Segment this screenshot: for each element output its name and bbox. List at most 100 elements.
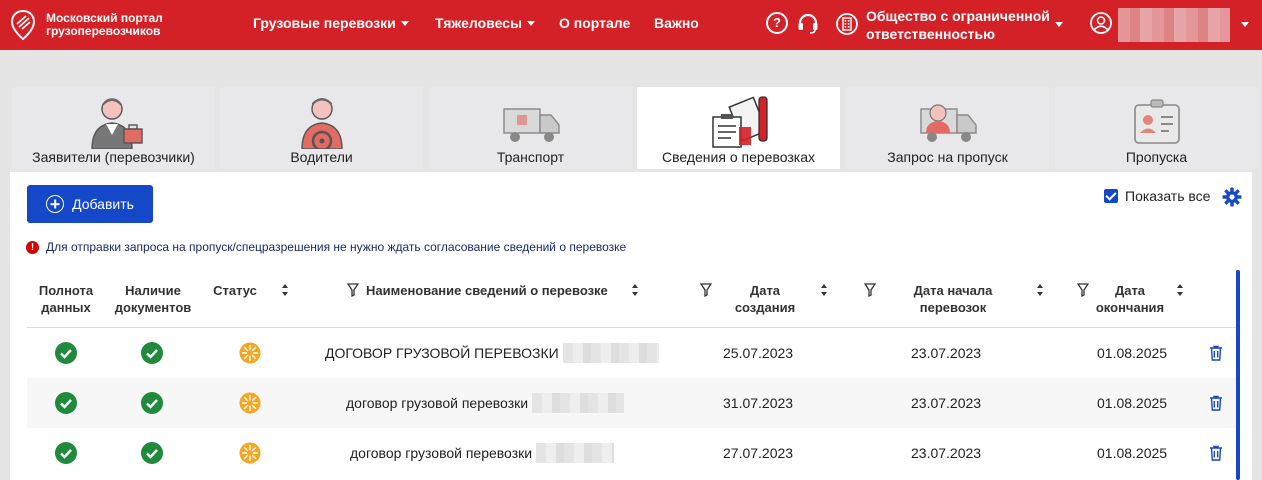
pending-status-icon (239, 392, 261, 414)
table-row[interactable]: договор грузовой перевозки 27.07.2023 23… (27, 428, 1237, 478)
tab-passes[interactable]: Пропуска (1055, 87, 1258, 169)
completeness-cell (55, 328, 77, 378)
tab-label: Заявители (перевозчики) (32, 149, 195, 165)
documents-cell (141, 378, 163, 428)
table-row[interactable]: ДОГОВОР ГРУЗОВОЙ ПЕРЕВОЗКИ 25.07.2023 23… (27, 328, 1237, 378)
delete-cell (1209, 428, 1223, 478)
content-panel: Добавить Показать все ! Для отправки зап… (10, 172, 1252, 480)
building-icon (836, 13, 858, 35)
tab-label: Водители (290, 149, 353, 165)
add-button[interactable]: Добавить (27, 185, 153, 223)
show-all-toggle[interactable]: Показать все (1104, 188, 1210, 204)
trash-icon[interactable] (1209, 345, 1223, 361)
notice-text: Для отправки запроса на пропуск/спецразр… (46, 240, 627, 254)
tab-label: Транспорт (496, 149, 565, 165)
sort-icon[interactable] (1036, 283, 1044, 297)
show-all-label: Показать все (1125, 188, 1211, 204)
end-cell: 01.08.2025 (1097, 445, 1168, 461)
nav-label: Грузовые перевозки (253, 15, 396, 31)
col-end[interactable]: Дата окончания (1091, 282, 1169, 316)
truck-icon (502, 108, 560, 142)
col-start[interactable]: Дата начала перевозок (893, 282, 1013, 316)
name-cell[interactable]: договор грузовой перевозки (346, 378, 625, 428)
completeness-cell (55, 378, 77, 428)
created-cell: 31.07.2023 (723, 395, 794, 411)
organization-selector[interactable]: Общество с ограниченной ответственностью (866, 7, 1056, 43)
tab-label: Сведения о перевозках (661, 149, 815, 165)
nav-label: Тяжеловесы (435, 15, 522, 31)
plus-circle-icon (46, 195, 65, 213)
filter-icon[interactable] (1077, 283, 1089, 297)
chevron-down-icon[interactable] (1055, 22, 1063, 27)
gear-icon[interactable] (1222, 187, 1242, 207)
vertical-scrollbar[interactable] (1236, 270, 1240, 480)
tab-applicants[interactable]: Заявители (перевозчики) (12, 87, 215, 169)
nav-about-portal[interactable]: О портале (559, 15, 630, 31)
filter-icon[interactable] (864, 283, 876, 297)
pass-request-icon (919, 104, 977, 142)
pending-status-icon (239, 342, 261, 364)
applicant-icon (90, 98, 143, 149)
nav-label: О портале (559, 15, 631, 31)
sort-icon[interactable] (1176, 283, 1184, 297)
help-icon[interactable]: ? (766, 12, 788, 34)
chevron-down-icon (400, 20, 409, 26)
created-cell: 25.07.2023 (723, 345, 794, 361)
start-cell: 23.07.2023 (911, 395, 982, 411)
check-circle-icon (55, 442, 77, 464)
portal-logo[interactable]: Московский портал грузоперевозчиков (10, 9, 176, 41)
sort-icon[interactable] (281, 283, 289, 297)
logo-icon (10, 9, 36, 41)
end-cell: 01.08.2025 (1097, 395, 1168, 411)
redacted-number (536, 443, 615, 463)
user-name-redacted (1118, 8, 1230, 42)
check-circle-icon (55, 342, 77, 364)
col-status[interactable]: Статус (210, 282, 260, 299)
chevron-down-icon (526, 20, 535, 26)
tab-drivers[interactable]: Водители (220, 87, 423, 169)
check-circle-icon (141, 342, 163, 364)
delete-cell (1209, 378, 1223, 428)
nav-cargo-transport[interactable]: Грузовые перевозки (253, 15, 409, 31)
start-cell: 23.07.2023 (911, 345, 982, 361)
nav-label: Важно (654, 15, 699, 31)
top-header: Московский портал грузоперевозчиков Груз… (0, 0, 1262, 50)
pending-status-icon (239, 442, 261, 464)
documents-icon (711, 96, 768, 148)
col-created[interactable]: Дата создания (719, 282, 811, 316)
sort-icon[interactable] (631, 283, 639, 297)
alert-icon: ! (26, 240, 39, 254)
tab-transport[interactable]: Транспорт (429, 87, 632, 169)
sort-icon[interactable] (820, 283, 828, 297)
end-cell: 01.08.2025 (1097, 345, 1168, 361)
tab-transport-info[interactable]: Сведения о перевозках (637, 87, 840, 169)
check-circle-icon (55, 392, 77, 414)
filter-icon[interactable] (700, 283, 712, 297)
col-name[interactable]: Наименование сведений о перевозке (366, 282, 628, 299)
row-name-text: договор грузовой перевозки (350, 445, 533, 461)
filter-icon[interactable] (347, 283, 359, 297)
nav-important[interactable]: Важно (654, 15, 699, 31)
trash-icon[interactable] (1209, 445, 1223, 461)
check-circle-icon (141, 442, 163, 464)
chevron-down-icon[interactable] (1241, 22, 1249, 27)
delete-cell (1209, 328, 1223, 378)
headset-icon[interactable] (796, 11, 820, 35)
table-row[interactable]: договор грузовой перевозки 31.07.2023 23… (27, 378, 1237, 428)
redacted-number (532, 393, 625, 413)
show-all-checkbox[interactable] (1104, 189, 1118, 203)
nav-heavy-loads[interactable]: Тяжеловесы (435, 15, 535, 31)
tab-pass-request[interactable]: Запрос на пропуск (846, 87, 1049, 169)
check-circle-icon (141, 392, 163, 414)
name-cell[interactable]: договор грузовой перевозки (350, 428, 615, 478)
col-completeness: Полнота данных (38, 283, 94, 315)
user-icon[interactable] (1090, 12, 1112, 34)
tab-label: Запрос на пропуск (887, 149, 1008, 165)
name-cell[interactable]: ДОГОВОР ГРУЗОВОЙ ПЕРЕВОЗКИ (325, 328, 659, 378)
table-header: Полнота данных Наличие документов Статус… (27, 270, 1237, 328)
tab-label: Пропуска (1125, 149, 1188, 165)
status-cell (239, 378, 261, 428)
row-name-text: договор грузовой перевозки (346, 395, 529, 411)
start-cell: 23.07.2023 (911, 445, 982, 461)
trash-icon[interactable] (1209, 395, 1223, 411)
